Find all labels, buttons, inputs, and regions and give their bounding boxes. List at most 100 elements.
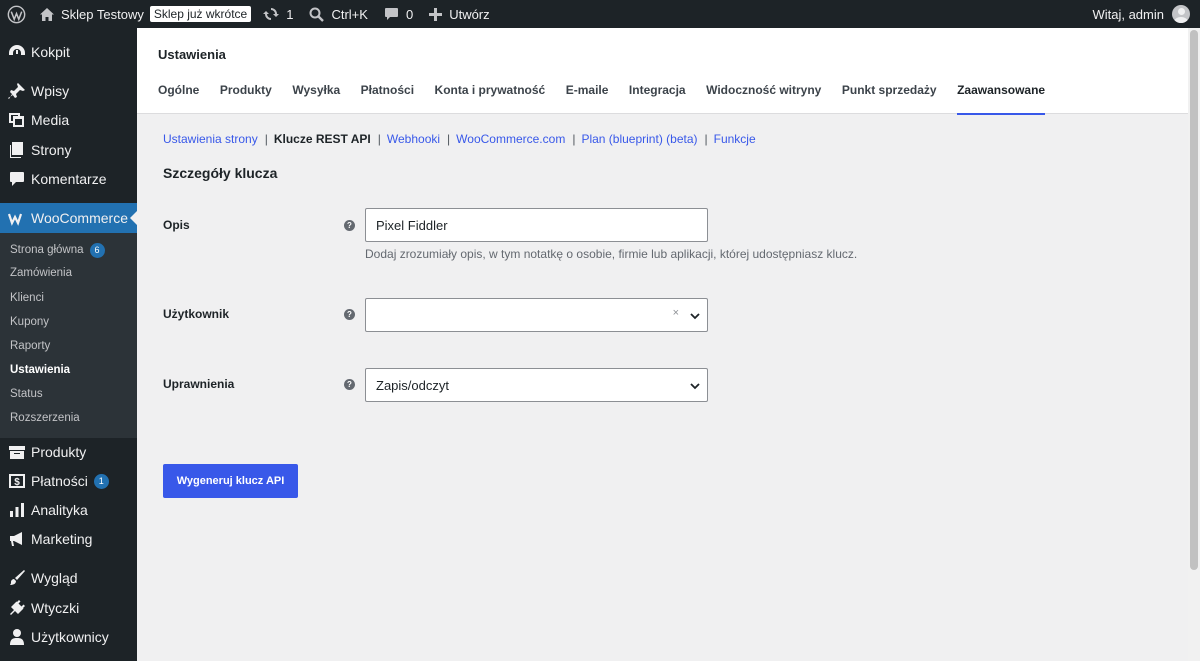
admin-sidebar: Kokpit Wpisy Media Strony Komentarze Woo…: [0, 28, 137, 661]
clear-icon[interactable]: ×: [673, 307, 679, 319]
sidebar-item-appearance[interactable]: Wygląd: [0, 563, 137, 593]
comment-icon: [7, 169, 27, 189]
users-icon: [7, 627, 27, 647]
sidebar-item-media[interactable]: Media: [0, 105, 137, 135]
subnav-separator: |: [704, 132, 708, 146]
wordpress-logo-icon[interactable]: [1, 0, 31, 28]
comments-link[interactable]: 0: [376, 0, 421, 28]
subnav-features[interactable]: Funkcje: [714, 132, 756, 146]
sidebar-item-marketing[interactable]: Marketing: [0, 524, 137, 554]
description-help-text: Dodaj zrozumiały opis, w tym notatkę o o…: [365, 247, 858, 261]
section-title: Szczegóły klucza: [163, 165, 278, 181]
subnav-page-setup[interactable]: Ustawienia strony: [163, 132, 258, 146]
chevron-down-icon: [689, 380, 701, 392]
tab-site-visibility[interactable]: Widoczność witryny: [706, 83, 821, 114]
tab-general[interactable]: Ogólne: [158, 83, 199, 114]
advanced-subnav: Ustawienia strony | Klucze REST API | We…: [163, 132, 756, 146]
bar-chart-icon: [7, 500, 27, 520]
page-icon: [7, 140, 27, 160]
scrollbar-thumb[interactable]: [1190, 30, 1198, 570]
my-account-link[interactable]: Witaj, admin: [1084, 0, 1200, 28]
tab-advanced[interactable]: Zaawansowane: [957, 83, 1046, 115]
new-content-link[interactable]: Utwórz: [421, 0, 497, 28]
sidebar-item-label: Strony: [31, 142, 72, 158]
description-input[interactable]: [365, 208, 708, 242]
admin-bar: Sklep Testowy Sklep już wkrótce 1 Ctrl+K…: [0, 0, 1200, 28]
payment-icon: $: [7, 471, 27, 491]
updates-count: 1: [286, 6, 294, 22]
chevron-down-icon: [689, 310, 701, 322]
woocommerce-icon: [7, 208, 27, 228]
page-title: Ustawienia: [158, 47, 226, 62]
sidebar-item-label: Analityka: [31, 502, 88, 518]
tab-accounts-privacy[interactable]: Konta i prywatność: [435, 83, 546, 114]
submenu-item-coupons[interactable]: Kupony: [10, 316, 49, 328]
sidebar-item-products[interactable]: Produkty: [0, 437, 137, 467]
new-label: Utwórz: [449, 6, 490, 22]
user-select[interactable]: ×: [365, 298, 708, 332]
settings-header: Ustawienia Ogólne Produkty Wysyłka Płatn…: [137, 28, 1188, 115]
sidebar-item-payments[interactable]: $ Płatności 1: [0, 466, 137, 496]
help-icon[interactable]: ?: [344, 309, 355, 320]
megaphone-icon: [7, 529, 27, 549]
description-label: Opis: [163, 218, 190, 232]
permissions-label: Uprawnienia: [163, 377, 235, 391]
scrollbar[interactable]: [1188, 28, 1200, 661]
submenu-item-customers[interactable]: Klienci: [10, 292, 44, 304]
notification-badge: 6: [89, 243, 105, 258]
main-content: Ustawienia Ogólne Produkty Wysyłka Płatn…: [137, 28, 1188, 661]
search-link[interactable]: Ctrl+K: [301, 0, 375, 28]
subnav-rest-api[interactable]: Klucze REST API: [274, 132, 371, 146]
sidebar-item-comments[interactable]: Komentarze: [0, 164, 137, 194]
updates-link[interactable]: 1: [255, 0, 301, 28]
sidebar-item-label: Produkty: [31, 444, 87, 460]
gauge-icon: [7, 42, 27, 62]
help-icon[interactable]: ?: [344, 379, 355, 390]
submenu-item-settings[interactable]: Ustawienia: [10, 364, 70, 376]
tab-shipping[interactable]: Wysyłka: [292, 83, 340, 114]
archive-icon: [7, 442, 27, 462]
sidebar-item-plugins[interactable]: Wtyczki: [0, 593, 137, 623]
submenu-item-home[interactable]: Strona główna 6: [10, 243, 105, 258]
tab-products[interactable]: Produkty: [220, 83, 272, 114]
subnav-blueprint[interactable]: Plan (blueprint) (beta): [581, 132, 697, 146]
woocommerce-submenu: Strona główna 6 Zamówienia Klienci Kupony…: [0, 233, 137, 438]
submenu-item-extensions[interactable]: Rozszerzenia: [10, 412, 80, 424]
settings-tabs: Ogólne Produkty Wysyłka Płatności Konta …: [158, 83, 1066, 115]
pushpin-icon: [7, 81, 27, 101]
coming-soon-badge[interactable]: Sklep już wkrótce: [149, 6, 252, 22]
subnav-webhooks[interactable]: Webhooki: [387, 132, 440, 146]
sidebar-item-label: Media: [31, 112, 70, 128]
sidebar-item-posts[interactable]: Wpisy: [0, 76, 137, 106]
submenu-item-label: Strona główna: [10, 244, 84, 256]
plug-icon: [7, 598, 27, 618]
tab-point-of-sale[interactable]: Punkt sprzedaży: [842, 83, 937, 114]
sidebar-item-label: Kokpit: [31, 44, 70, 60]
sidebar-item-pages[interactable]: Strony: [0, 135, 137, 165]
submenu-item-status[interactable]: Status: [10, 388, 43, 400]
sidebar-item-analytics[interactable]: Analityka: [0, 495, 137, 525]
sidebar-item-users[interactable]: Użytkownicy: [0, 622, 137, 652]
submenu-item-orders[interactable]: Zamówienia: [10, 267, 72, 279]
generate-api-key-button[interactable]: Wygeneruj klucz API: [163, 464, 298, 498]
tab-emails[interactable]: E-maile: [566, 83, 609, 114]
sidebar-item-label: Komentarze: [31, 171, 107, 187]
notification-badge: 1: [93, 473, 109, 489]
site-name-link[interactable]: Sklep Testowy: [31, 0, 152, 28]
sidebar-item-label: Wpisy: [31, 83, 70, 99]
tab-integration[interactable]: Integracja: [629, 83, 686, 114]
sidebar-item-woocommerce[interactable]: WooCommerce: [0, 203, 137, 233]
comment-icon: [384, 8, 398, 20]
subnav-woocommerce-com[interactable]: WooCommerce.com: [456, 132, 565, 146]
search-shortcut: Ctrl+K: [331, 6, 368, 22]
search-icon: [309, 7, 325, 22]
help-icon[interactable]: ?: [344, 220, 355, 231]
tab-payments[interactable]: Płatności: [361, 83, 414, 114]
subnav-separator: |: [264, 132, 268, 146]
sidebar-item-label: Użytkownicy: [31, 629, 109, 645]
permissions-select[interactable]: Zapis/odczyt: [365, 368, 708, 402]
site-name: Sklep Testowy: [61, 6, 144, 22]
submenu-item-reports[interactable]: Raporty: [10, 340, 50, 352]
sidebar-item-label: Płatności: [31, 473, 88, 489]
sidebar-item-dashboard[interactable]: Kokpit: [0, 37, 137, 67]
